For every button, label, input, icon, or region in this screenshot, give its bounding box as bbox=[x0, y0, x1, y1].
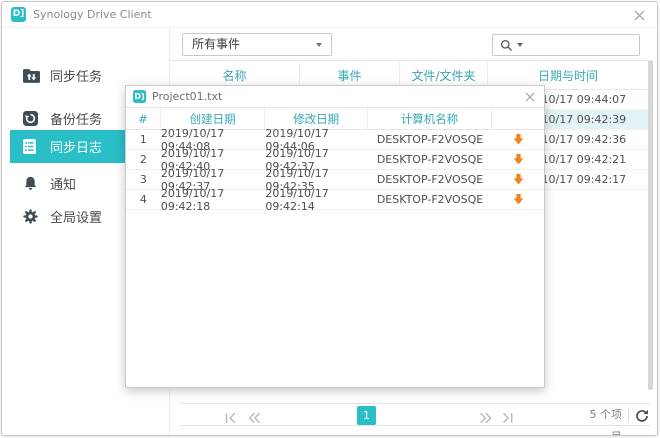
column-header-index: # bbox=[126, 108, 161, 129]
download-button[interactable] bbox=[508, 132, 528, 148]
event-filter-dropdown[interactable]: 所有事件 bbox=[182, 33, 332, 56]
next-page-icon bbox=[479, 412, 492, 424]
synology-drive-client-window: D] Synology Drive Client 同步任务 bbox=[1, 1, 658, 436]
computer-cell: DESKTOP-F2VOSQE bbox=[368, 170, 492, 189]
index-cell: 2 bbox=[126, 150, 161, 169]
app-logo-icon: D] bbox=[11, 7, 26, 22]
download-icon bbox=[513, 154, 524, 165]
last-page-button[interactable] bbox=[501, 409, 514, 428]
computer-cell: DESKTOP-F2VOSQE bbox=[368, 150, 492, 169]
sidebar-item-label: 同步日志 bbox=[50, 137, 102, 156]
close-icon bbox=[525, 92, 535, 102]
file-versions-dialog: D] Project01.txt # 创建日期 修改日期 计算机名称 1 201… bbox=[125, 85, 545, 388]
search-icon bbox=[500, 39, 513, 52]
dialog-titlebar: D] Project01.txt bbox=[126, 86, 544, 107]
index-cell: 4 bbox=[126, 190, 161, 209]
refresh-button[interactable] bbox=[635, 408, 649, 427]
first-page-icon bbox=[224, 412, 237, 424]
gear-icon bbox=[23, 209, 41, 224]
dialog-title: Project01.txt bbox=[152, 86, 222, 107]
column-header-actions bbox=[492, 108, 544, 129]
search-options-caret-icon[interactable] bbox=[517, 43, 523, 47]
titlebar: D] Synology Drive Client bbox=[2, 2, 657, 28]
dialog-logo-icon: D] bbox=[133, 90, 146, 103]
download-button[interactable] bbox=[508, 172, 528, 188]
vertical-scrollbar[interactable] bbox=[648, 60, 653, 390]
event-filter-value: 所有事件 bbox=[192, 37, 240, 51]
download-icon bbox=[513, 174, 524, 185]
computer-cell: DESKTOP-F2VOSQE bbox=[368, 190, 492, 209]
version-row: 4 2019/10/17 09:42:18 2019/10/17 09:42:1… bbox=[126, 190, 544, 210]
first-page-button[interactable] bbox=[224, 409, 237, 428]
divider bbox=[628, 408, 629, 422]
column-header-computer: 计算机名称 bbox=[368, 108, 492, 129]
previous-page-icon bbox=[248, 412, 261, 424]
modified-cell: 2019/10/17 09:42:14 bbox=[265, 190, 368, 209]
previous-page-button[interactable] bbox=[248, 409, 261, 428]
items-count: 5 个项目 bbox=[580, 404, 622, 436]
last-page-icon bbox=[501, 412, 514, 424]
created-cell: 2019/10/17 09:42:18 bbox=[161, 190, 266, 209]
search-box[interactable] bbox=[492, 34, 640, 56]
search-input[interactable] bbox=[528, 36, 639, 54]
index-cell: 3 bbox=[126, 170, 161, 189]
window-title: Synology Drive Client bbox=[33, 2, 152, 28]
download-button[interactable] bbox=[508, 152, 528, 168]
bell-icon bbox=[23, 176, 41, 191]
computer-cell: DESKTOP-F2VOSQE bbox=[368, 130, 492, 149]
dialog-table-rows: 1 2019/10/17 09:44:08 2019/10/17 09:44:0… bbox=[126, 130, 544, 210]
next-page-button[interactable] bbox=[479, 409, 492, 428]
download-icon bbox=[513, 134, 524, 145]
sidebar-item-label: 全局设置 bbox=[50, 207, 102, 226]
download-button[interactable] bbox=[508, 192, 528, 208]
window-close-button[interactable] bbox=[629, 5, 649, 25]
index-cell: 1 bbox=[126, 130, 161, 149]
sidebar-item-label: 通知 bbox=[50, 174, 76, 193]
refresh-icon bbox=[635, 409, 649, 423]
page-number-button[interactable]: 1 bbox=[357, 406, 376, 425]
sidebar-item-label: 同步任务 bbox=[50, 66, 102, 85]
sidebar-item-label: 备份任务 bbox=[50, 109, 102, 128]
sync-log-icon bbox=[23, 139, 41, 154]
download-icon bbox=[513, 194, 524, 205]
dialog-close-button[interactable] bbox=[521, 88, 539, 106]
close-icon bbox=[634, 10, 645, 21]
sync-tasks-icon bbox=[23, 69, 41, 83]
pagination-bar: 1 5 个项目 bbox=[180, 403, 650, 426]
backup-tasks-icon bbox=[23, 111, 41, 126]
chevron-down-icon bbox=[316, 43, 322, 47]
